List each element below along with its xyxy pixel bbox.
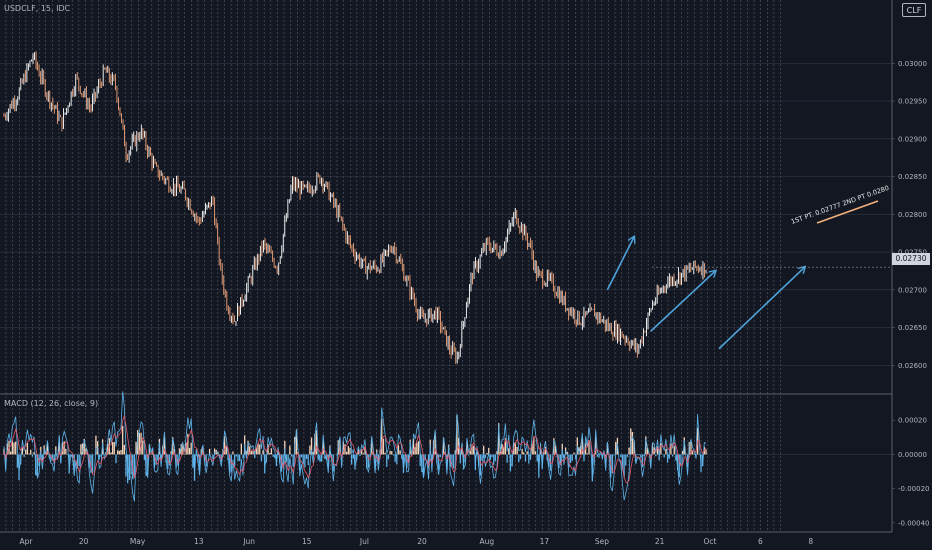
time-tick-label: 20 [417,537,427,546]
time-tick-label: 8 [808,537,813,546]
time-tick-label: 6 [758,537,763,546]
price-tick-label: 0.02950 [898,98,927,106]
symbol-title[interactable]: USDCLF, 15, IDC [4,4,70,13]
macd-tick-label: -0.00020 [898,485,929,493]
time-tick-label: 13 [194,537,204,546]
macd-tick-label: 0.00000 [898,451,927,459]
currency-badge[interactable]: CLF [902,3,926,17]
time-tick-label: Apr [20,537,34,546]
price-tick-label: 0.02700 [898,286,927,294]
last-price-tag: 0.02730 [892,253,930,265]
time-tick-label: 17 [540,537,550,546]
chart-background [0,0,932,550]
price-tick-label: 0.03000 [898,60,927,68]
time-tick-label: Sep [595,537,609,546]
time-tick-label: Jun [242,537,255,546]
time-tick-label: 21 [655,537,665,546]
price-tick-label: 0.02900 [898,135,927,143]
macd-tick-label: -0.00040 [898,519,929,527]
time-tick-label: Aug [479,537,494,546]
price-tick-label: 0.02600 [898,362,927,370]
time-tick-label: Oct [704,537,717,546]
price-tick-label: 0.02850 [898,173,927,181]
time-tick-label: Jul [359,537,369,546]
macd-tick-label: 0.00020 [898,417,927,425]
price-tick-label: 0.02650 [898,324,927,332]
time-tick-label: 15 [302,537,312,546]
price-tick-label: 0.02800 [898,211,927,219]
macd-indicator-label[interactable]: MACD (12, 26, close, 9) [4,399,98,408]
chart-canvas[interactable]: 1ST PT. 0.02777 2ND PT 0.0280 0.030000.0… [0,0,932,550]
time-tick-label: 20 [79,537,89,546]
time-tick-label: May [130,537,146,546]
